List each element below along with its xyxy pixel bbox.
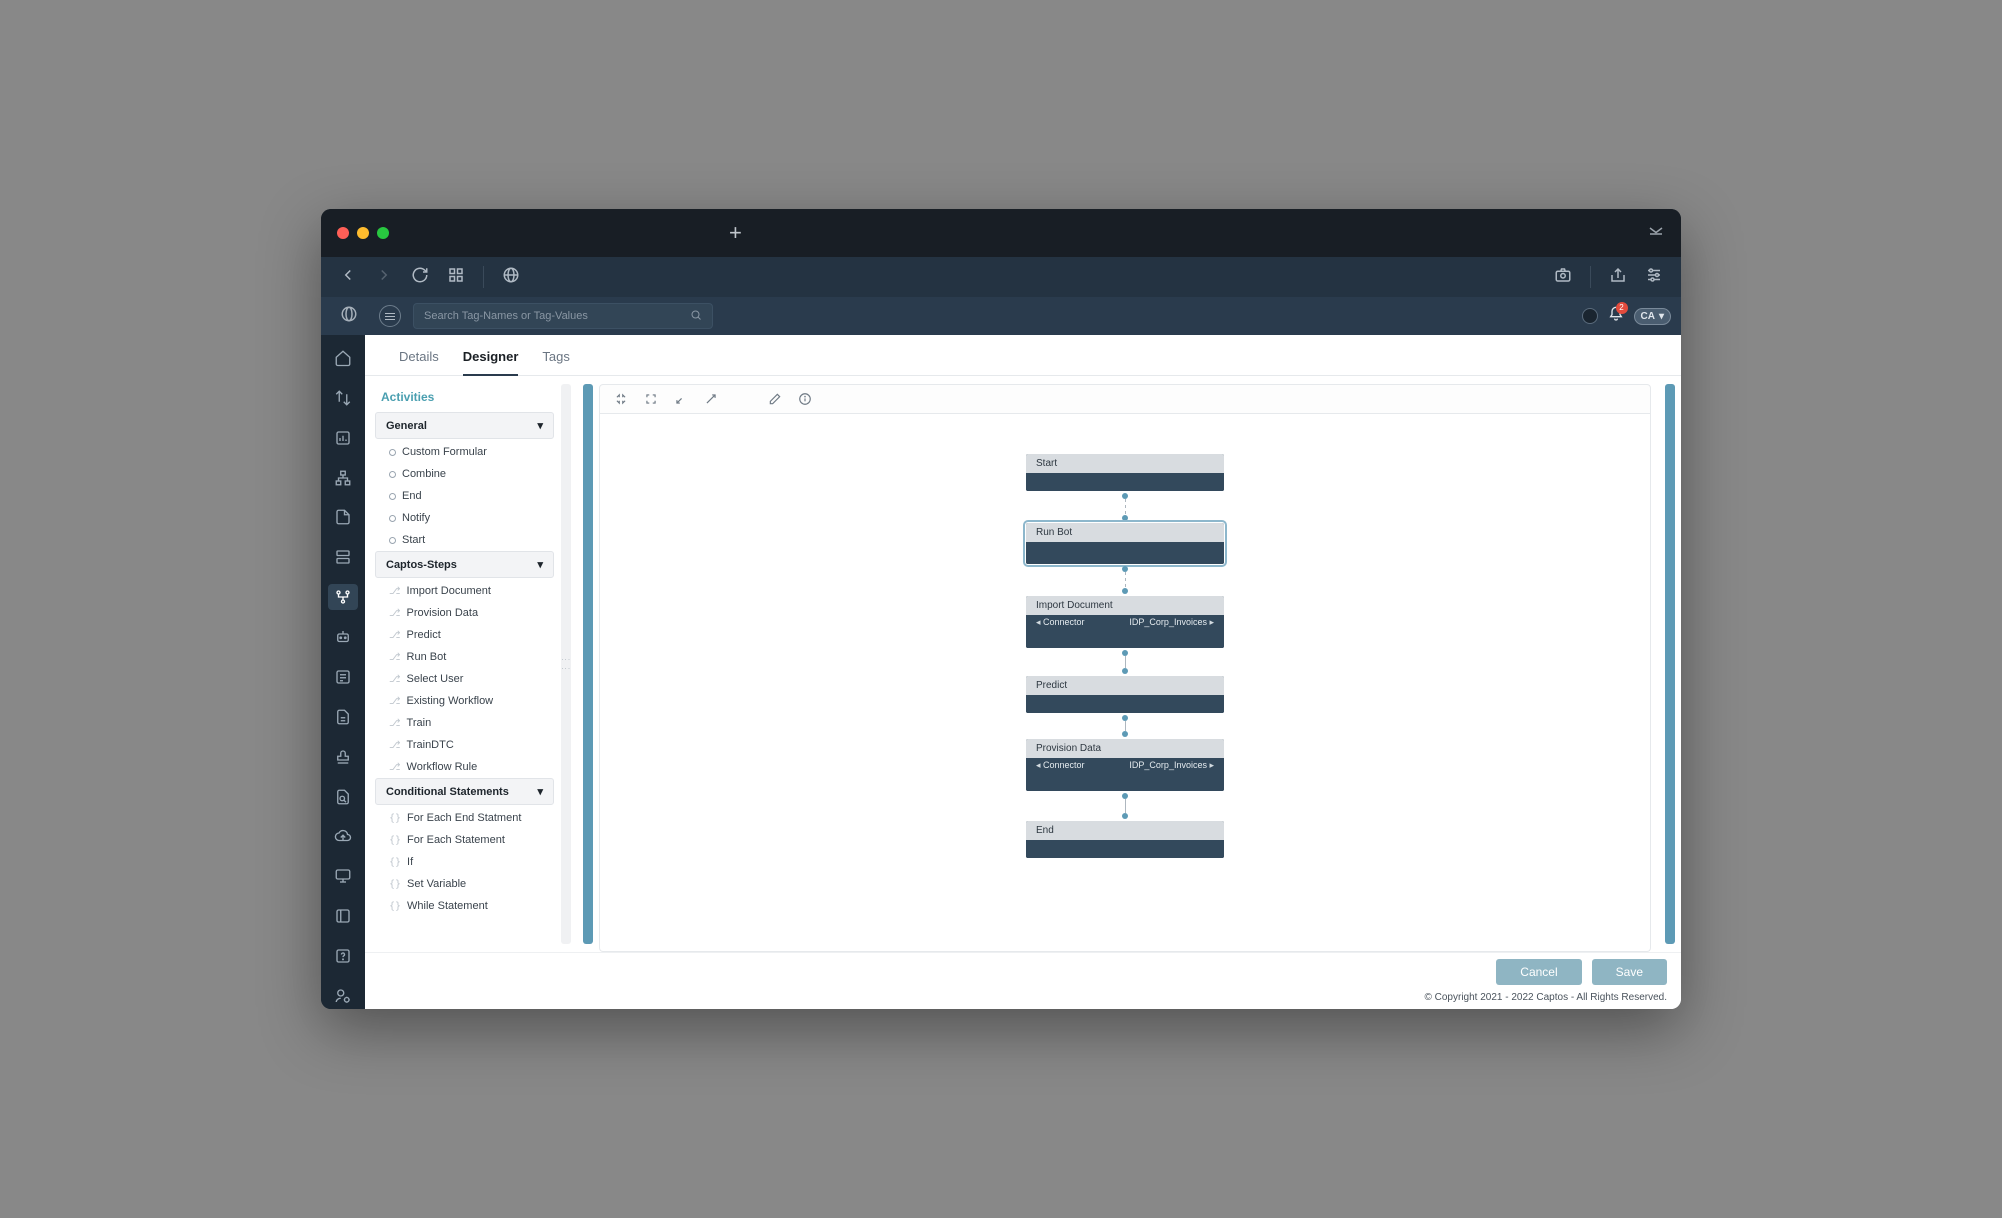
nav-document[interactable] (328, 505, 358, 531)
node-import-document[interactable]: Import Document ◂ Connector IDP_Corp_Inv… (1026, 596, 1224, 648)
activity-start[interactable]: Start (375, 529, 554, 551)
chevron-down-icon: ▾ (537, 558, 543, 571)
node-run-bot[interactable]: Run Bot (1026, 523, 1224, 564)
reload-button[interactable] (411, 266, 429, 289)
nav-bot[interactable] (328, 624, 358, 650)
chevron-down-icon: ▾ (1659, 311, 1664, 322)
nav-transfers[interactable] (328, 385, 358, 411)
section-conditional[interactable]: Conditional Statements ▾ (375, 778, 554, 805)
nav-user-settings[interactable] (328, 983, 358, 1009)
page-tabs: Details Designer Tags (365, 335, 1681, 376)
node-start[interactable]: Start (1026, 454, 1224, 491)
app-window: + (321, 209, 1681, 1009)
menu-toggle-button[interactable] (379, 305, 401, 327)
expand-all-icon[interactable] (644, 392, 658, 406)
user-menu[interactable]: CA ▾ (1634, 308, 1671, 325)
user-initials: CA (1641, 311, 1655, 322)
section-general[interactable]: General ▾ (375, 412, 554, 439)
designer-canvas[interactable]: Start Run Bot Import Document (599, 414, 1651, 952)
activity-notify[interactable]: Notify (375, 507, 554, 529)
nav-forward[interactable] (375, 266, 393, 289)
nav-monitor[interactable] (328, 863, 358, 889)
node-end[interactable]: End (1026, 821, 1224, 858)
cancel-button[interactable]: Cancel (1496, 959, 1581, 985)
left-nav-rail (321, 335, 365, 1009)
activity-foreach[interactable]: {}For Each Statement (375, 829, 554, 851)
activity-while[interactable]: {}While Statement (375, 895, 554, 917)
nav-library[interactable] (328, 903, 358, 929)
save-button[interactable]: Save (1592, 959, 1667, 985)
camera-icon[interactable] (1554, 266, 1572, 289)
activities-title: Activities (375, 384, 555, 412)
activity-run-bot[interactable]: ⎇Run Bot (375, 646, 554, 668)
settings-sliders-icon[interactable] (1645, 266, 1663, 289)
panel-collapse-left[interactable] (583, 384, 593, 944)
nav-home[interactable] (328, 345, 358, 371)
copyright-text: © Copyright 2021 - 2022 Captos - All Rig… (365, 990, 1681, 1009)
activity-select-user[interactable]: ⎇Select User (375, 668, 554, 690)
node-provision-data[interactable]: Provision Data ◂ Connector IDP_Corp_Invo… (1026, 739, 1224, 791)
chevron-down-icon: ▾ (537, 419, 543, 432)
activity-provision-data[interactable]: ⎇Provision Data (375, 602, 554, 624)
nav-dashboard[interactable] (328, 425, 358, 451)
panel-collapse-right[interactable] (1665, 384, 1675, 944)
search-icon[interactable] (690, 309, 702, 324)
node-predict[interactable]: Predict (1026, 676, 1224, 713)
footer-bar: Cancel Save (365, 952, 1681, 990)
search-input[interactable] (424, 310, 690, 322)
activity-existing-workflow[interactable]: ⎇Existing Workflow (375, 690, 554, 712)
main-area: Details Designer Tags Activities General… (365, 335, 1681, 1009)
activity-traindtc[interactable]: ⎇TrainDTC (375, 734, 554, 756)
section-captos-steps[interactable]: Captos-Steps ▾ (375, 551, 554, 578)
titlebar: + (321, 209, 1681, 257)
share-icon[interactable] (1609, 266, 1627, 289)
theme-toggle[interactable] (1582, 308, 1598, 324)
fullscreen-icon[interactable] (704, 392, 718, 406)
activity-set-variable[interactable]: {}Set Variable (375, 873, 554, 895)
search-field[interactable] (413, 303, 713, 329)
tab-designer[interactable]: Designer (463, 349, 519, 376)
collapse-all-icon[interactable] (614, 392, 628, 406)
activity-workflow-rule[interactable]: ⎇Workflow Rule (375, 756, 554, 778)
notifications-button[interactable]: 2 (1608, 306, 1624, 327)
zoom-fit-icon[interactable] (674, 392, 688, 406)
nav-storage[interactable] (328, 544, 358, 570)
tab-tags[interactable]: Tags (542, 349, 569, 375)
nav-list[interactable] (328, 664, 358, 690)
nav-file-search[interactable] (328, 784, 358, 810)
info-icon[interactable] (798, 392, 812, 406)
window-minimize[interactable] (357, 227, 369, 239)
window-close[interactable] (337, 227, 349, 239)
activity-custom-formular[interactable]: Custom Formular (375, 441, 554, 463)
tab-details[interactable]: Details (399, 349, 439, 375)
nav-workflow[interactable] (328, 584, 358, 610)
panel-resize-handle-left[interactable]: ⋮⋮ (561, 384, 571, 944)
app-header: 2 CA ▾ (321, 297, 1681, 335)
activities-panel: Activities General ▾ Custom Formular Com… (365, 376, 555, 952)
app-logo-icon[interactable] (340, 305, 358, 328)
globe-icon[interactable] (502, 266, 520, 289)
canvas-toolbar (599, 384, 1651, 414)
activity-predict[interactable]: ⎇Predict (375, 624, 554, 646)
nav-stamp[interactable] (328, 744, 358, 770)
nav-help[interactable] (328, 943, 358, 969)
eraser-icon[interactable] (768, 392, 782, 406)
nav-file[interactable] (328, 704, 358, 730)
activity-foreach-end[interactable]: {}For Each End Statment (375, 807, 554, 829)
activity-import-document[interactable]: ⎇Import Document (375, 580, 554, 602)
notification-badge: 2 (1616, 302, 1628, 314)
activity-if[interactable]: {}If (375, 851, 554, 873)
chevron-down-icon: ▾ (537, 785, 543, 798)
nav-back[interactable] (339, 266, 357, 289)
activity-combine[interactable]: Combine (375, 463, 554, 485)
activity-train[interactable]: ⎇Train (375, 712, 554, 734)
window-maximize[interactable] (377, 227, 389, 239)
apps-grid-icon[interactable] (447, 266, 465, 289)
titlebar-menu-toggle[interactable] (1647, 222, 1665, 245)
new-tab-button[interactable]: + (729, 220, 742, 246)
browser-toolbar (321, 257, 1681, 297)
activity-end[interactable]: End (375, 485, 554, 507)
nav-cloud[interactable] (328, 824, 358, 850)
nav-hierarchy[interactable] (328, 465, 358, 491)
